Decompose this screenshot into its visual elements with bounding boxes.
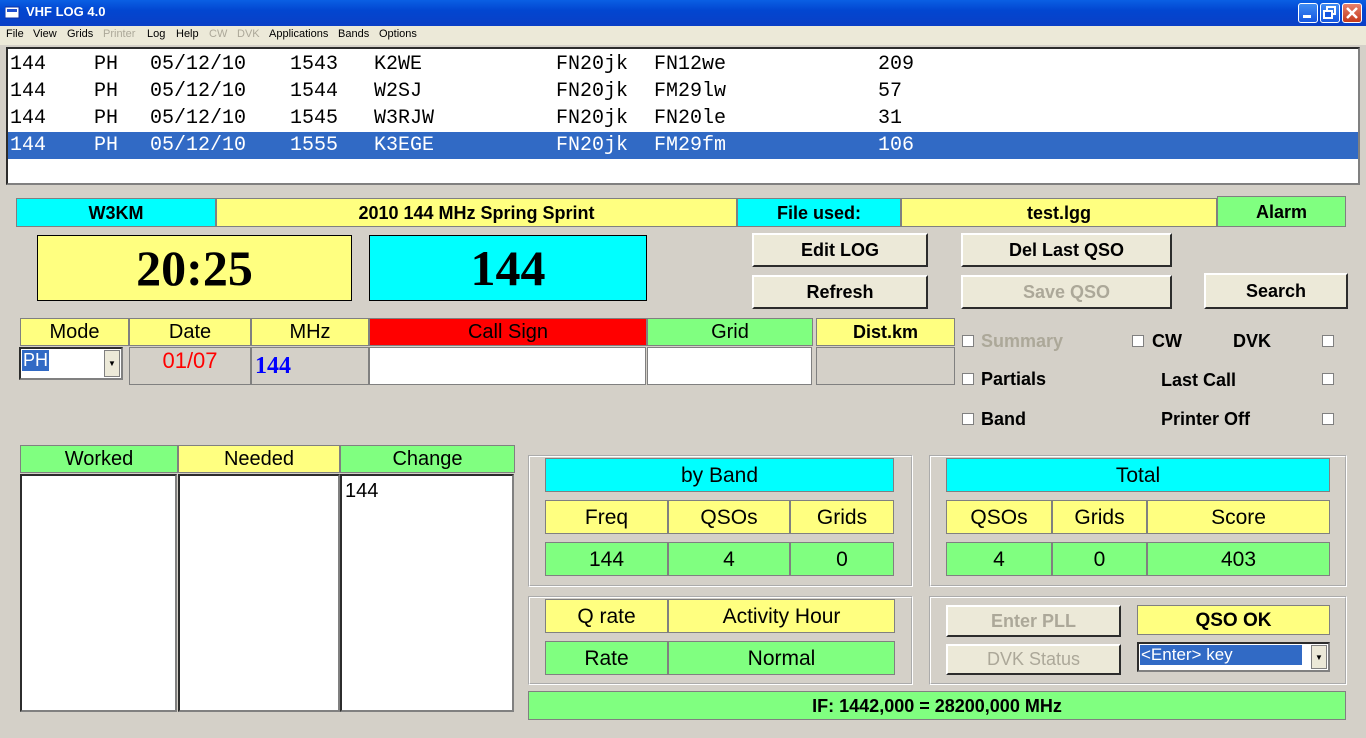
activity-hour-value: Normal [668,641,895,675]
last-call-label: Last Call [1161,370,1237,390]
by-band-qsos-value: 4 [668,542,790,576]
change-header: Change [340,445,515,473]
log-row[interactable]: 144 PH 05/12/10 1544 W2SJ FN20jk FM29lw 57 [8,78,1358,105]
contest-name: 2010 144 MHz Spring Sprint [216,198,737,227]
grid-input[interactable] [647,347,812,385]
mode-header: Mode [20,318,129,346]
cw-label: CW [1152,331,1182,351]
by-band-grids-header: Grids [790,500,894,534]
by-band-freq-header: Freq [545,500,668,534]
close-icon[interactable] [1342,3,1362,23]
partials-checkbox[interactable] [962,373,974,385]
total-grids-header: Grids [1052,500,1147,534]
total-title: Total [946,458,1330,492]
cw-checkbox[interactable] [1132,335,1144,347]
band-checkbox[interactable] [962,413,974,425]
change-list[interactable]: 144 [340,474,514,712]
menu-printer[interactable]: Printer [103,28,135,40]
menu-bands[interactable]: Bands [338,28,369,40]
refresh-button[interactable]: Refresh [752,275,928,309]
worked-list[interactable] [20,474,177,712]
band-display: 144 [369,235,647,301]
by-band-title: by Band [545,458,894,492]
edit-log-button[interactable]: Edit LOG [752,233,928,267]
mhz-header: MHz [251,318,369,346]
qso-ok-select[interactable]: <Enter> key ▼ [1137,642,1330,672]
log-row[interactable]: 144 PH 05/12/10 1543 K2WE FN20jk FN12we 209 [8,51,1358,78]
band-label: Band [981,409,1026,429]
maximize-icon[interactable] [1320,3,1340,23]
printer-off-label: Printer Off [1161,409,1251,429]
call-sign-input[interactable] [369,347,646,385]
partials-label: Partials [981,369,1047,389]
qso-ok-label: QSO OK [1137,605,1330,635]
printer-off-checkbox[interactable] [1322,413,1334,425]
summary-label: Summary [981,331,1064,351]
mode-select[interactable]: PH ▼ [19,347,123,380]
menu-help[interactable]: Help [176,28,199,40]
by-band-freq-value: 144 [545,542,668,576]
log-row[interactable]: 144 PH 05/12/10 1545 W3RJW FN20jk FN20le 31 [8,105,1358,132]
dvk-status-button[interactable]: DVK Status [946,644,1121,675]
operator-call: W3KM [16,198,216,227]
menu-dvk[interactable]: DVK [237,28,260,40]
title-bar: VHF LOG 4.0 [0,0,1366,26]
chevron-down-icon[interactable]: ▼ [104,350,120,377]
list-item[interactable]: 144 [342,476,512,503]
needed-list[interactable] [178,474,340,712]
last-call-checkbox[interactable] [1322,373,1334,385]
dvk-label: DVK [1233,331,1272,351]
qso-ok-select-value: <Enter> key [1140,645,1302,665]
date-value: 01/07 [129,347,251,385]
file-name: test.lgg [901,198,1217,227]
save-qso-button[interactable]: Save QSO [961,275,1172,309]
dvk-checkbox[interactable] [1322,335,1334,347]
menu-cw[interactable]: CW [209,28,227,40]
total-grids-value: 0 [1052,542,1147,576]
del-last-qso-button[interactable]: Del Last QSO [961,233,1172,267]
if-frequency-display: IF: 1442,000 = 28200,000 MHz [528,691,1346,720]
by-band-qsos-header: QSOs [668,500,790,534]
dist-km-header: Dist.km [816,318,955,346]
total-score-header: Score [1147,500,1330,534]
qso-log-list[interactable]: 144 PH 05/12/10 1543 K2WE FN20jk FN12we 209 144… [6,47,1360,185]
dist-km-value [816,347,955,385]
q-rate-label: Q rate [545,599,668,633]
rate-value: Rate [545,641,668,675]
total-score-value: 403 [1147,542,1330,576]
menu-log[interactable]: Log [147,28,165,40]
summary-checkbox[interactable] [962,335,974,347]
window-title: VHF LOG 4.0 [26,4,106,19]
by-band-grids-value: 0 [790,542,894,576]
file-used-label: File used: [737,198,901,227]
activity-hour-label: Activity Hour [668,599,895,633]
call-sign-header: Call Sign [369,318,647,346]
needed-header: Needed [178,445,340,473]
search-button[interactable]: Search [1204,273,1348,309]
menu-applications[interactable]: Applications [269,28,328,40]
enter-pll-button[interactable]: Enter PLL [946,605,1121,637]
minimize-icon[interactable] [1298,3,1318,23]
chevron-down-icon[interactable]: ▼ [1311,645,1327,669]
date-header: Date [129,318,251,346]
clock-display: 20:25 [37,235,352,301]
grid-header: Grid [647,318,813,346]
menu-file[interactable]: File [6,28,24,40]
alarm-indicator[interactable]: Alarm [1217,196,1346,227]
total-qsos-header: QSOs [946,500,1052,534]
total-qsos-value: 4 [946,542,1052,576]
log-row-selected[interactable]: 144 PH 05/12/10 1555 K3EGE FN20jk FM29fm 106 [8,132,1358,159]
app-icon [4,5,21,20]
mode-select-value: PH [22,350,50,371]
menu-bar: File View Grids Printer Log Help CW DVK … [0,26,1366,45]
worked-header: Worked [20,445,178,473]
menu-grids[interactable]: Grids [67,28,93,40]
menu-options[interactable]: Options [379,28,417,40]
menu-view[interactable]: View [33,28,57,40]
mhz-value: 144 [251,347,369,385]
